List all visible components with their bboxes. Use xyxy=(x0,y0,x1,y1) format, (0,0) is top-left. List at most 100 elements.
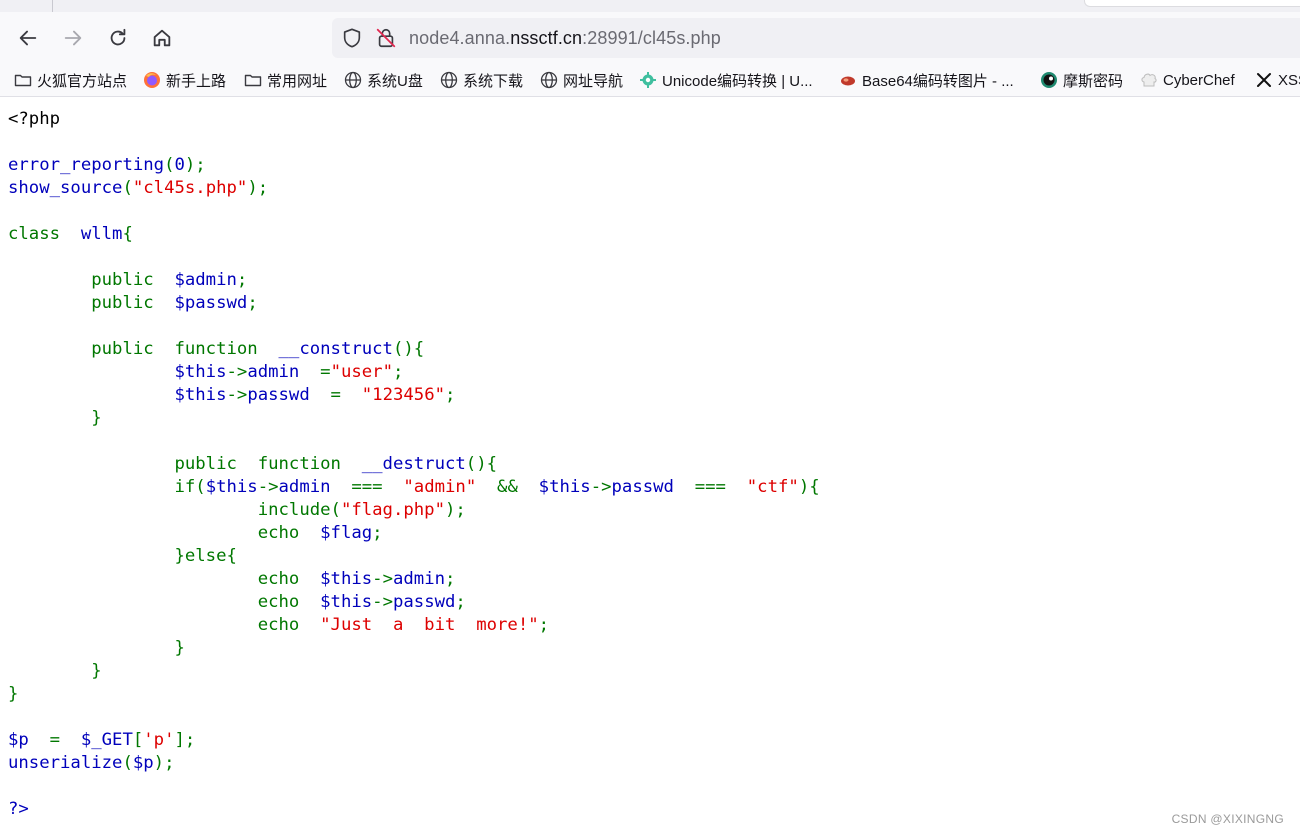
code-token: (){ xyxy=(392,339,425,359)
code-token: === xyxy=(351,477,404,497)
code-token: $this xyxy=(174,385,227,405)
code-line: $this->passwd = "123456"; xyxy=(8,384,820,407)
code-line: <?php xyxy=(8,108,820,131)
code-token: === xyxy=(694,477,747,497)
code-line: } xyxy=(8,637,820,660)
code-token: } xyxy=(8,684,19,704)
code-token: = xyxy=(49,730,81,750)
bookmark-morse-code[interactable]: 摩斯密码 xyxy=(1040,68,1123,92)
code-token: $this xyxy=(205,477,258,497)
bookmark-getting-started[interactable]: 新手上路 xyxy=(143,68,226,92)
code-token: "123456" xyxy=(361,385,445,405)
code-token: ; xyxy=(236,270,248,290)
code-token: $_GET xyxy=(80,730,133,750)
home-button[interactable] xyxy=(146,22,178,54)
code-line: }else{ xyxy=(8,545,820,568)
code-line: $p = $_GET['p']; xyxy=(8,729,820,752)
code-token: { xyxy=(122,224,133,244)
insecure-lock-icon[interactable] xyxy=(375,27,397,49)
code-token: -> xyxy=(590,477,612,497)
code-token: "flag.php" xyxy=(340,500,445,520)
code-token: if( xyxy=(8,477,206,497)
code-token: __destruct xyxy=(361,454,466,474)
tab-strip xyxy=(0,0,1300,12)
code-token: passwd xyxy=(611,477,695,497)
code-token: public function xyxy=(8,454,362,474)
bookmark-label: 系统U盘 xyxy=(367,72,423,90)
bookmark-cyberchef[interactable]: CyberChef xyxy=(1140,68,1235,92)
code-token: echo xyxy=(8,615,321,635)
code-token: $p xyxy=(132,753,154,773)
code-token: ){ xyxy=(798,477,820,497)
gear-icon xyxy=(639,71,657,89)
forward-button[interactable] xyxy=(57,22,89,54)
arrow-left-icon xyxy=(19,30,37,46)
code-token: $this xyxy=(320,569,373,589)
bookmark-label: 网址导航 xyxy=(563,72,624,90)
globe-icon xyxy=(440,71,458,89)
code-token: -> xyxy=(226,385,248,405)
bookmark-base64-image[interactable]: Base64编码转图片 - ... xyxy=(839,68,1014,92)
code-token: "cl45s.php" xyxy=(132,178,248,198)
code-token: ; xyxy=(445,385,456,405)
code-token: ; xyxy=(445,569,456,589)
code-line: echo $this->admin; xyxy=(8,568,820,591)
code-line: public function __construct(){ xyxy=(8,338,820,361)
code-token: -> xyxy=(257,477,279,497)
url-text[interactable]: node4.anna.nssctf.cn:28991/cl45s.php xyxy=(409,28,721,49)
code-line: } xyxy=(8,407,820,430)
code-token: } xyxy=(8,661,102,681)
navigation-toolbar: node4.anna.nssctf.cn:28991/cl45s.php xyxy=(0,12,1300,64)
code-token: include( xyxy=(8,500,341,520)
code-line: class wllm{ xyxy=(8,223,820,246)
bookmarks-toolbar: 火狐官方站点 新手上路 常用网址 系统U盘 系统下载 网址导航 Unicode编… xyxy=(0,64,1300,97)
bookmark-label: 常用网址 xyxy=(267,72,328,90)
bookmark-folder-common-sites[interactable]: 常用网址 xyxy=(244,68,327,92)
reload-icon xyxy=(110,28,126,46)
folder-icon xyxy=(244,71,262,89)
url-bar[interactable]: node4.anna.nssctf.cn:28991/cl45s.php xyxy=(332,18,1300,58)
code-token: 'p' xyxy=(143,730,175,750)
code-token: ( xyxy=(122,753,133,773)
reload-button[interactable] xyxy=(102,22,134,54)
bookmark-xss[interactable]: XSS xyxy=(1255,68,1300,92)
arrow-right-icon xyxy=(64,30,82,46)
code-token: 0 xyxy=(174,155,185,175)
code-line: echo $flag; xyxy=(8,522,820,545)
code-token: passwd xyxy=(392,592,456,612)
code-token: public xyxy=(8,293,175,313)
code-token: -> xyxy=(372,569,393,589)
folder-icon xyxy=(14,71,32,89)
code-token: $this xyxy=(538,477,591,497)
bookmark-unicode-converter[interactable]: Unicode编码转换 | U... xyxy=(639,68,813,92)
code-token: passwd xyxy=(247,385,331,405)
code-token: ( xyxy=(122,178,133,198)
code-token: = xyxy=(320,362,331,382)
code-line: $this->admin ="user"; xyxy=(8,361,820,384)
tab-divider xyxy=(52,0,53,12)
bug-icon xyxy=(839,71,857,89)
url-domain-prefix: node4.anna. xyxy=(409,28,511,48)
active-tab-edge[interactable] xyxy=(1084,0,1300,7)
code-token: [ xyxy=(132,730,144,750)
bookmark-system-download[interactable]: 系统下载 xyxy=(440,68,523,92)
code-token: ); xyxy=(184,155,206,175)
bookmark-system-usb[interactable]: 系统U盘 xyxy=(344,68,423,92)
code-token: -> xyxy=(226,362,248,382)
bookmark-label: 摩斯密码 xyxy=(1063,72,1124,90)
code-token: $p xyxy=(8,730,50,750)
bookmark-url-navigation[interactable]: 网址导航 xyxy=(540,68,623,92)
code-token: } xyxy=(8,408,102,428)
home-icon xyxy=(153,29,171,47)
shield-icon[interactable] xyxy=(341,27,363,49)
back-button[interactable] xyxy=(12,22,44,54)
code-token: } xyxy=(8,638,185,658)
code-token: }else{ xyxy=(8,546,237,566)
code-token: ]; xyxy=(174,730,196,750)
bookmark-folder-firefox-official[interactable]: 火狐官方站点 xyxy=(14,68,127,92)
code-token: show_source xyxy=(8,178,123,198)
